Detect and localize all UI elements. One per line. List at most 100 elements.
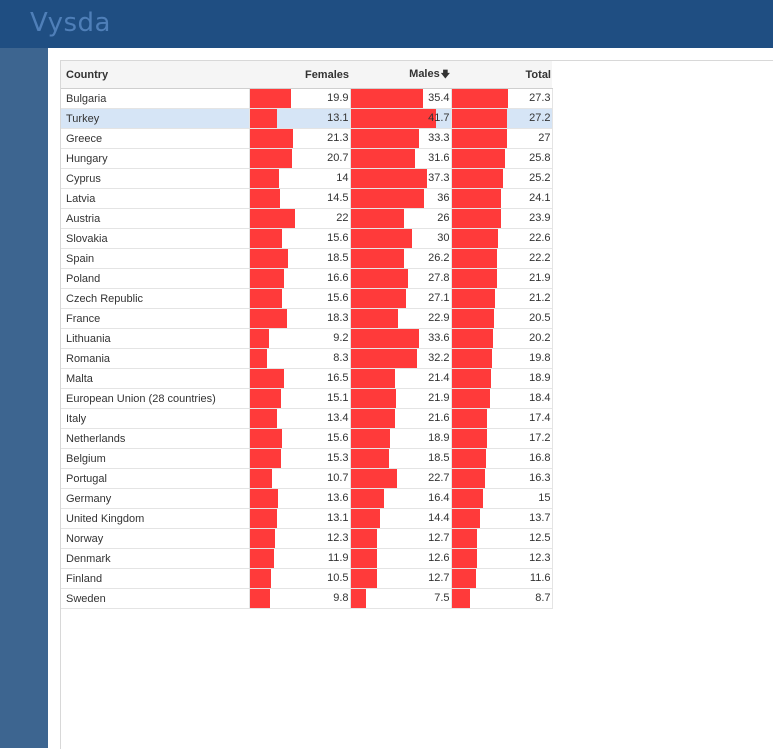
cell-value: 21.2 <box>529 292 551 304</box>
value-bar <box>350 329 419 348</box>
value-bar <box>249 509 277 528</box>
value-bar <box>249 129 293 148</box>
table-row[interactable]: France 18.3 22.9 20.5 <box>61 308 553 329</box>
table-row[interactable]: Norway 12.3 12.7 12.5 <box>61 528 553 549</box>
cell-value: 21.4 <box>428 372 450 384</box>
value-bar <box>451 149 505 168</box>
value-bar <box>451 469 485 488</box>
value-bar <box>451 89 508 108</box>
column-header-label: Females <box>304 68 349 81</box>
value-bar <box>350 109 436 128</box>
cell-total: 21.2 <box>451 288 553 309</box>
table-row[interactable]: United Kingdom 13.1 14.4 13.7 <box>61 508 553 529</box>
table-row[interactable]: Italy 13.4 21.6 17.4 <box>61 408 553 429</box>
cell-females: 18.3 <box>249 308 351 329</box>
table-row[interactable]: Poland 16.6 27.8 21.9 <box>61 268 553 289</box>
value-bar <box>350 189 424 208</box>
cell-value: 18.9 <box>529 372 551 384</box>
column-header-females[interactable]: Females <box>249 61 350 89</box>
cell-total: 27.2 <box>451 108 553 129</box>
cell-total: 19.8 <box>451 348 553 369</box>
cell-country: Finland <box>61 568 250 589</box>
cell-value: 21.9 <box>428 392 450 404</box>
value-bar <box>249 189 280 208</box>
value-bar <box>350 389 396 408</box>
cell-value: 13.1 <box>327 512 349 524</box>
table-row[interactable]: Czech Republic 15.6 27.1 21.2 <box>61 288 553 309</box>
value-bar <box>249 209 295 228</box>
cell-total: 18.4 <box>451 388 553 409</box>
table-row[interactable]: European Union (28 countries) 15.1 21.9 18.… <box>61 388 553 409</box>
table-row[interactable]: Turkey 13.1 41.7 27.2 <box>61 108 553 129</box>
value-bar <box>350 169 427 188</box>
cell-value: 16.5 <box>327 372 349 384</box>
cell-value: 19.9 <box>327 92 349 104</box>
table-row[interactable]: Sweden 9.8 7.5 8.7 <box>61 588 553 609</box>
cell-value: 27.2 <box>529 112 551 124</box>
app-logo[interactable]: Vysda <box>30 8 111 38</box>
table-row[interactable]: Denmark 11.9 12.6 12.3 <box>61 548 553 569</box>
column-header-country[interactable]: Country <box>61 61 249 89</box>
cell-females: 16.5 <box>249 368 351 389</box>
cell-country: Poland <box>61 268 250 289</box>
cell-country: Austria <box>61 208 250 229</box>
value-bar <box>451 449 486 468</box>
table-row[interactable]: Bulgaria 19.9 35.4 27.3 <box>61 88 553 109</box>
cell-value: 32.2 <box>428 352 450 364</box>
table-row[interactable]: Lithuania 9.2 33.6 20.2 <box>61 328 553 349</box>
cell-males: 32.2 <box>350 348 452 369</box>
cell-total: 13.7 <box>451 508 553 529</box>
table-row[interactable]: Finland 10.5 12.7 11.6 <box>61 568 553 589</box>
table-row[interactable]: Austria 22 26 23.9 <box>61 208 553 229</box>
value-bar <box>350 289 406 308</box>
cell-value: 20.2 <box>529 332 551 344</box>
cell-value: 23.9 <box>529 212 551 224</box>
table-row[interactable]: Netherlands 15.6 18.9 17.2 <box>61 428 553 449</box>
table-row[interactable]: Spain 18.5 26.2 22.2 <box>61 248 553 269</box>
table-row[interactable]: Cyprus 14 37.3 25.2 <box>61 168 553 189</box>
cell-value: 20.5 <box>529 312 551 324</box>
sort-descending-icon[interactable]: 🡇 <box>441 69 450 79</box>
value-bar <box>350 569 377 588</box>
value-bar <box>249 289 282 308</box>
table-row[interactable]: Latvia 14.5 36 24.1 <box>61 188 553 209</box>
table-row[interactable]: Belgium 15.3 18.5 16.8 <box>61 448 553 469</box>
cell-total: 16.3 <box>451 468 553 489</box>
cell-total: 27 <box>451 128 553 149</box>
value-bar <box>249 409 277 428</box>
cell-males: 27.1 <box>350 288 452 309</box>
cell-country: Belgium <box>61 448 250 469</box>
value-bar <box>350 369 395 388</box>
column-header-total[interactable]: Total <box>451 61 552 89</box>
cell-value: 17.2 <box>529 432 551 444</box>
column-header-males[interactable]: Males🡇 <box>350 61 451 89</box>
cell-value: 25.8 <box>529 152 551 164</box>
table-row[interactable]: Slovakia 15.6 30 22.6 <box>61 228 553 249</box>
cell-country: Bulgaria <box>61 88 250 109</box>
cell-value: 10.5 <box>327 572 349 584</box>
cell-value: 14 <box>336 172 349 184</box>
cell-females: 10.7 <box>249 468 351 489</box>
table-row[interactable]: Malta 16.5 21.4 18.9 <box>61 368 553 389</box>
cell-females: 21.3 <box>249 128 351 149</box>
cell-value: 18.5 <box>327 252 349 264</box>
cell-value: 13.6 <box>327 492 349 504</box>
cell-total: 8.7 <box>451 588 553 609</box>
table-row[interactable]: Hungary 20.7 31.6 25.8 <box>61 148 553 169</box>
value-bar <box>451 489 483 508</box>
cell-males: 35.4 <box>350 88 452 109</box>
cell-females: 15.6 <box>249 228 351 249</box>
cell-males: 22.7 <box>350 468 452 489</box>
value-bar <box>249 269 284 288</box>
cell-males: 31.6 <box>350 148 452 169</box>
table-row[interactable]: Greece 21.3 33.3 27 <box>61 128 553 149</box>
table-row[interactable]: Portugal 10.7 22.7 16.3 <box>61 468 553 489</box>
cell-country: Norway <box>61 528 250 549</box>
table-row[interactable]: Germany 13.6 16.4 15 <box>61 488 553 509</box>
cell-country: Denmark <box>61 548 250 569</box>
cell-value: 11.6 <box>529 572 551 584</box>
value-bar <box>249 489 278 508</box>
cell-value: 18.3 <box>327 312 349 324</box>
cell-value: 15 <box>538 492 551 504</box>
table-row[interactable]: Romania 8.3 32.2 19.8 <box>61 348 553 369</box>
